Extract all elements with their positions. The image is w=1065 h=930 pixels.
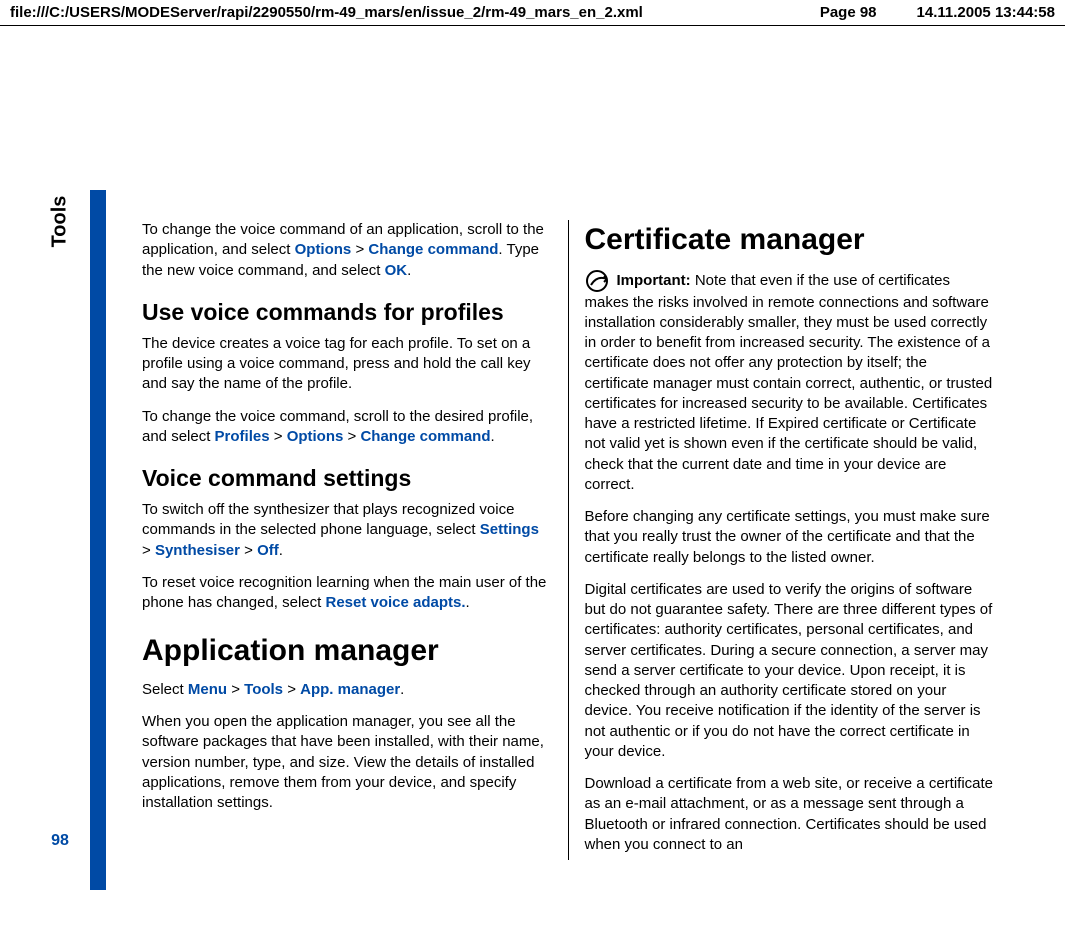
page-body: Tools 98 To change the voice command of …	[30, 190, 1030, 890]
paragraph: Before changing any certificate settings…	[585, 507, 995, 568]
right-column: Certificate manager Important: Note that…	[569, 220, 1011, 860]
heading-cert-manager: Certificate manager	[585, 220, 995, 261]
paragraph: To change the voice command, scroll to t…	[142, 407, 552, 448]
document-header: file:///C:/USERS/MODEServer/rapi/2290550…	[0, 0, 1065, 26]
heading-app-manager: Application manager	[142, 631, 552, 672]
text: .	[400, 681, 404, 698]
header-right: Page 98 14.11.2005 13:44:58	[820, 4, 1055, 21]
text: .	[407, 262, 411, 279]
datetime: 14.11.2005 13:44:58	[917, 4, 1055, 21]
page-number: 98	[51, 832, 69, 850]
text: .	[279, 542, 283, 559]
link-ok: OK	[385, 262, 408, 279]
text: Note that even if the use of certificate…	[585, 271, 993, 492]
text: .	[491, 428, 495, 445]
link-change-command: Change command	[360, 428, 490, 445]
link-options: Options	[287, 428, 344, 445]
link-change-command: Change command	[368, 241, 498, 258]
paragraph: To reset voice recognition learning when…	[142, 573, 552, 614]
blue-accent-bar	[90, 190, 106, 890]
paragraph: To change the voice command of an applic…	[142, 220, 552, 281]
link-profiles: Profiles	[215, 428, 270, 445]
paragraph: The device creates a voice tag for each …	[142, 334, 552, 395]
heading-voice-settings: Voice command settings	[142, 463, 552, 494]
file-path: file:///C:/USERS/MODEServer/rapi/2290550…	[10, 4, 643, 21]
left-column: To change the voice command of an applic…	[126, 220, 569, 860]
link-off: Off	[257, 542, 279, 559]
paragraph: When you open the application manager, y…	[142, 712, 552, 813]
text: Select	[142, 681, 188, 698]
link-menu: Menu	[188, 681, 227, 698]
page-indicator: Page 98	[820, 4, 877, 21]
separator: >	[351, 241, 368, 258]
link-options: Options	[295, 241, 352, 258]
paragraph: Digital certificates are used to verify …	[585, 580, 995, 762]
link-tools: Tools	[244, 681, 283, 698]
content-area: To change the voice command of an applic…	[106, 190, 1030, 890]
separator: >	[227, 681, 244, 698]
heading-voice-profiles: Use voice commands for profiles	[142, 297, 552, 328]
separator: >	[240, 542, 257, 559]
link-synthesiser: Synthesiser	[155, 542, 240, 559]
sidebar: Tools 98	[30, 190, 90, 890]
separator: >	[283, 681, 300, 698]
paragraph: Select Menu > Tools > App. manager.	[142, 680, 552, 700]
link-app-manager: App. manager	[300, 681, 400, 698]
paragraph: Download a certificate from a web site, …	[585, 774, 995, 855]
text: .	[466, 594, 470, 611]
text: To switch off the synthesizer that plays…	[142, 501, 514, 538]
section-label: Tools	[48, 196, 71, 248]
important-paragraph: Important: Note that even if the use of …	[585, 269, 995, 496]
link-settings: Settings	[480, 521, 539, 538]
important-icon	[585, 269, 613, 293]
paragraph: To switch off the synthesizer that plays…	[142, 500, 552, 561]
separator: >	[270, 428, 287, 445]
separator: >	[142, 542, 155, 559]
link-reset-voice: Reset voice adapts.	[325, 594, 465, 611]
separator: >	[343, 428, 360, 445]
important-label: Important:	[617, 271, 691, 288]
